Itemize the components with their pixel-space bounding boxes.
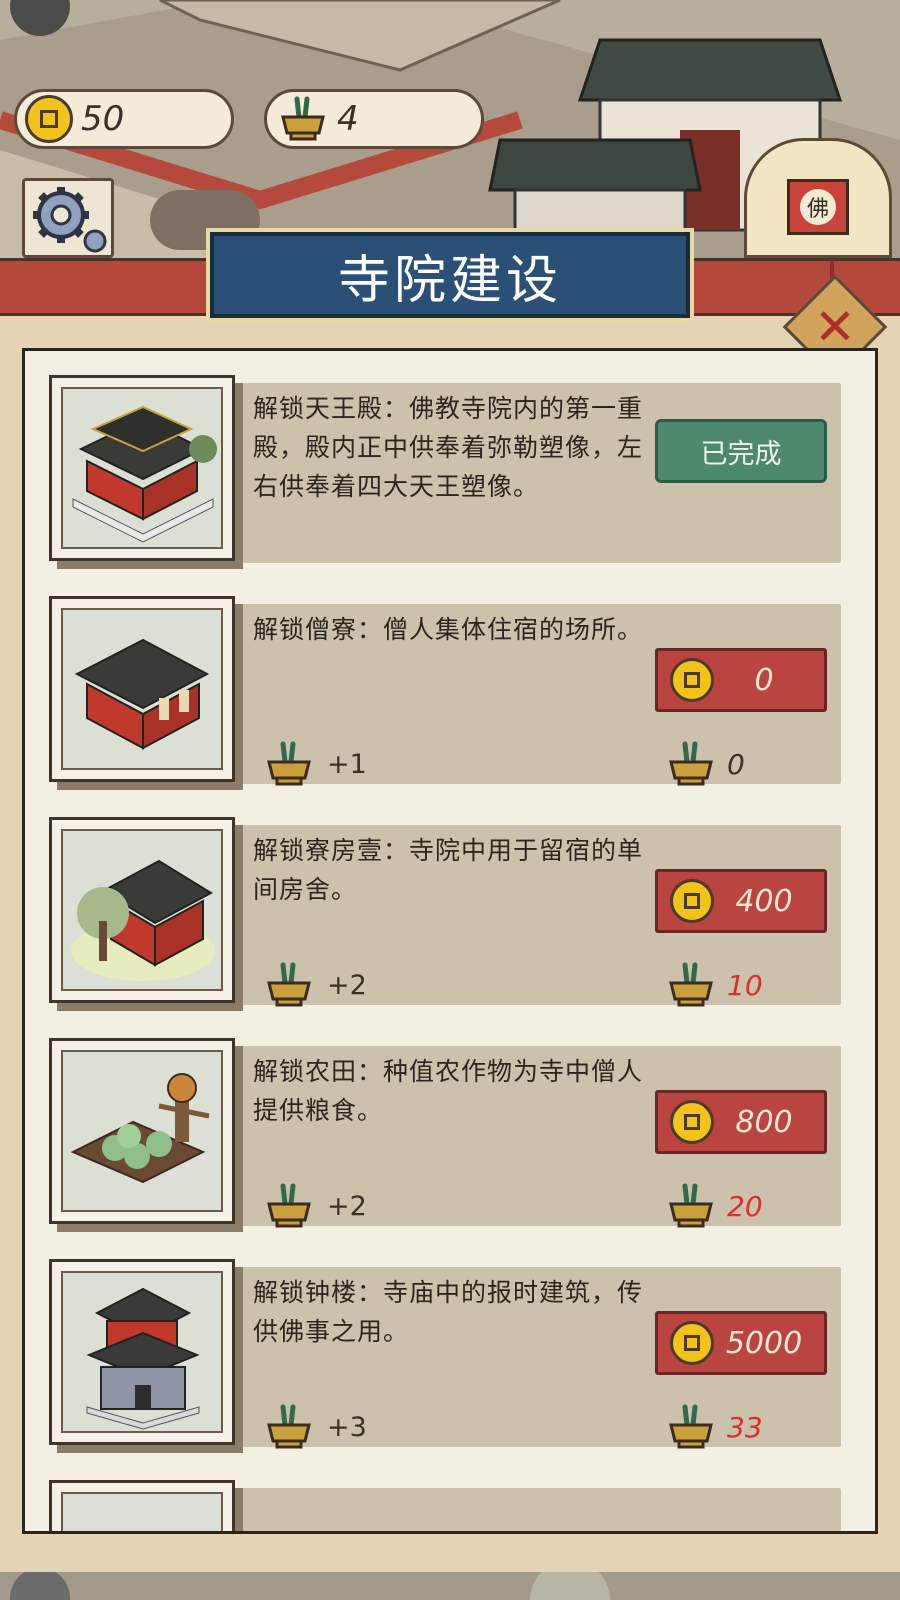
list-item: 解锁钟楼：寺庙中的报时建筑，传供佛事之用。 +3 5000 33 [49,1259,841,1449]
incense-pot-icon [267,741,311,786]
incense-requirement: 10 [665,957,763,1013]
unlock-button[interactable]: 5000 [655,1311,827,1375]
item-description: 解锁钟楼：寺庙中的报时建筑，传供佛事之用。 [253,1278,644,1346]
reward-value: +2 [327,969,367,1001]
title-banner: 寺院建设 [210,232,690,318]
incense-reward: +1 [263,736,367,792]
incense-value: 4 [337,99,359,139]
required-incense: 10 [727,968,763,1002]
item-description: 解锁寮房壹：寺院中用于留宿的单间房舍。 [253,836,644,904]
list-item: 解锁僧寮：僧人集体住宿的场所。 +1 0 0 [49,596,841,786]
reward-value: +2 [327,1190,367,1222]
list-item: 解锁寮房壹：寺院中用于留宿的单间房舍。 +2 400 10 [49,817,841,1007]
list-item-partial [49,1480,841,1531]
coin-icon [670,1321,714,1365]
incense-reward: +2 [263,957,367,1013]
coin-icon [670,658,714,702]
coin-value: 50 [81,99,125,139]
item-card [239,1488,841,1531]
heavenly-king-hall-icon [72,405,217,543]
incense-pot-icon [267,962,311,1007]
list-item: 解锁天王殿：佛教寺院内的第一重殿，殿内正中供奉着弥勒塑像，左右供奉着四大天王塑像… [49,375,841,563]
required-incense: 0 [727,747,745,781]
item-thumbnail [49,1038,235,1224]
coin-cost: 400 [735,883,793,919]
incense-pot-icon [669,1404,713,1449]
incense-counter: 4 [264,89,484,149]
farmland-icon [70,1073,210,1184]
incense-pot-icon [267,1183,311,1228]
incense-pot-icon [669,741,713,786]
incense-requirement: 20 [665,1178,763,1234]
panel-title: 寺院建设 [337,250,562,311]
coin-counter: 50 [14,89,234,149]
item-thumbnail [49,817,235,1003]
incense-reward: +2 [263,1178,367,1234]
coin-icon [25,95,73,143]
required-incense: 20 [727,1189,763,1223]
coin-icon [670,879,714,923]
incense-pot-icon [669,1183,713,1228]
monk-dormitory-icon [74,638,210,750]
item-description: 解锁僧寮：僧人集体住宿的场所。 [253,615,644,644]
required-incense: 33 [727,1410,763,1444]
item-thumbnail [49,596,235,782]
item-description: 解锁天王殿：佛教寺院内的第一重殿，殿内正中供奉着弥勒塑像，左右供奉着四大天王塑像… [253,394,644,501]
completed-button[interactable]: 已完成 [655,419,827,483]
unlock-button[interactable]: 0 [655,648,827,712]
item-description: 解锁农田：种值农作物为寺中僧人提供粮食。 [253,1057,644,1125]
unlock-button[interactable]: 800 [655,1090,827,1154]
item-thumbnail [49,375,235,561]
coin-icon [670,1100,714,1144]
guest-room-icon [71,859,215,981]
incense-pot-icon [267,1404,311,1449]
gear-icon [33,187,107,253]
unlock-button[interactable]: 400 [655,869,827,933]
incense-requirement: 0 [665,736,745,792]
coin-cost: 800 [735,1104,793,1140]
coin-cost: 0 [754,662,774,698]
reward-value: +1 [327,748,367,780]
buddha-sign-label: 佛 [800,189,836,225]
list-item: 解锁农田：种值农作物为寺中僧人提供粮食。 +2 800 20 [49,1038,841,1228]
build-list[interactable]: 解锁天王殿：佛教寺院内的第一重殿，殿内正中供奉着弥勒塑像，左右供奉着四大天王塑像… [22,348,878,1534]
buddha-sign: 佛 [787,179,849,235]
buddha-badge[interactable]: 佛 [744,138,892,258]
item-thumbnail [49,1480,235,1531]
incense-pot-icon [281,96,325,141]
settings-button[interactable] [22,178,114,258]
incense-reward: +3 [263,1399,367,1455]
bell-tower-icon [86,1287,200,1430]
item-thumbnail [49,1259,235,1445]
incense-pot-icon [669,962,713,1007]
reward-value: +3 [327,1411,367,1443]
coin-cost: 5000 [725,1325,803,1361]
incense-requirement: 33 [665,1399,763,1455]
